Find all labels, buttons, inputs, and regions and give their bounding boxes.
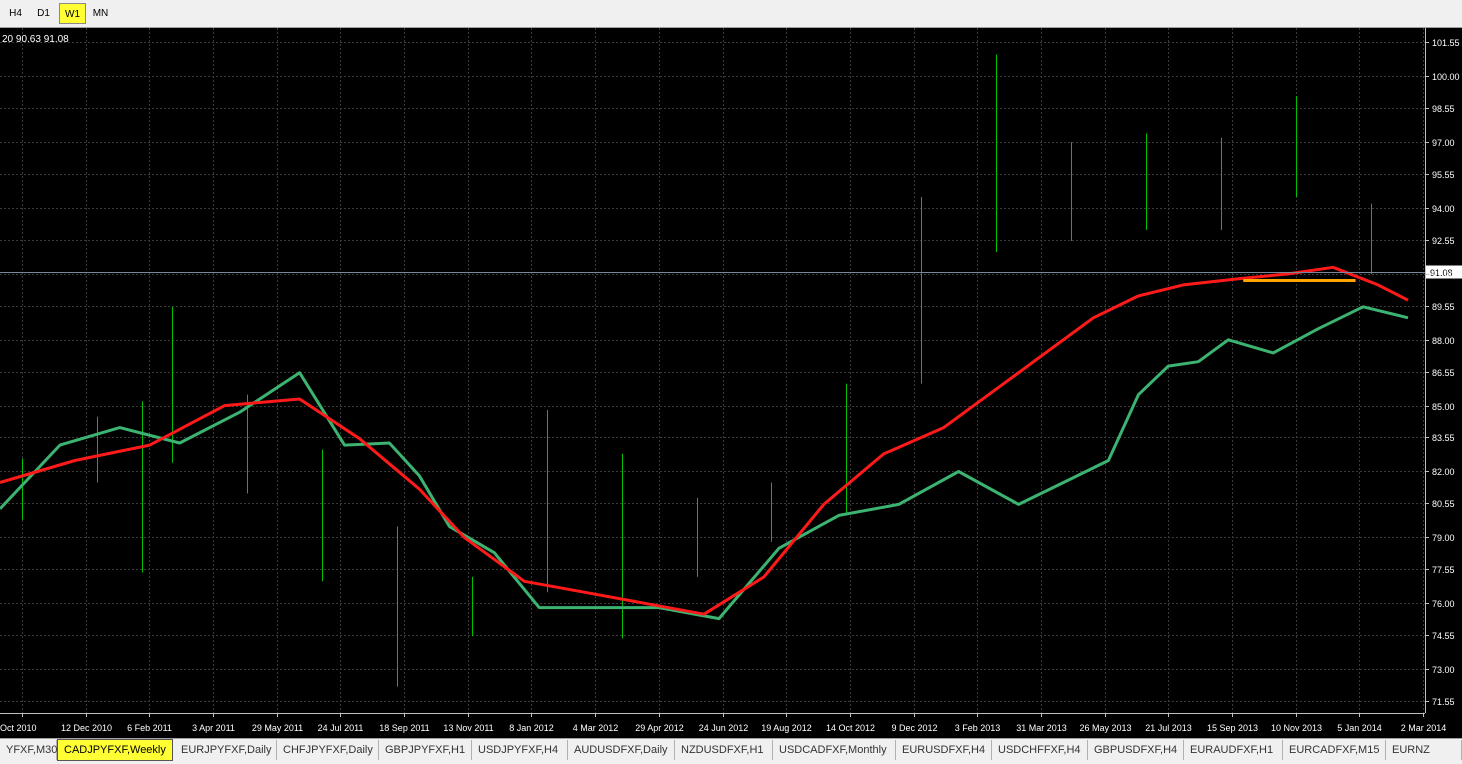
price-tick-label: 92.55 xyxy=(1432,236,1455,246)
price-tick-label: 80.55 xyxy=(1432,499,1455,509)
price-chart[interactable]: 91.08 101.55100.0098.5597.0095.5594.0092… xyxy=(0,28,1462,738)
timeframe-button-h4[interactable]: H4 xyxy=(2,3,29,24)
time-tick-label: 15 Sep 2013 xyxy=(1207,723,1258,733)
time-tick-label: 31 Mar 2013 xyxy=(1016,723,1067,733)
chart-tab[interactable]: GBPUSDFXF,H4 xyxy=(1088,740,1184,760)
price-tick-label: 82.00 xyxy=(1432,467,1455,477)
chart-tab[interactable]: NZDUSDFXF,H1 xyxy=(675,740,773,760)
time-tick-label: 10 Nov 2013 xyxy=(1271,723,1322,733)
chart-tabs: YFXF,M30 CADJPYFXF,Weekly EURJPYFXF,Dail… xyxy=(0,738,1462,764)
price-tick-label: 74.55 xyxy=(1432,631,1455,641)
price-tick-label: 71.55 xyxy=(1432,697,1455,707)
chart-tab[interactable]: EURUSDFXF,H4 xyxy=(896,740,992,760)
time-tick-label: 13 Nov 2011 xyxy=(443,723,493,733)
chart-tab[interactable]: USDCADFXF,Monthly xyxy=(773,740,896,760)
price-tick-label: 95.55 xyxy=(1432,170,1455,180)
price-tick-label: 94.00 xyxy=(1432,204,1455,214)
chart-tab[interactable]: EURJPYFXF,Daily xyxy=(175,740,277,760)
price-tick-label: 85.00 xyxy=(1432,402,1455,412)
chart-tab-active[interactable]: CADJPYFXF,Weekly xyxy=(57,739,173,761)
timeframe-button-d1[interactable]: D1 xyxy=(30,3,57,24)
price-tick-label: 86.55 xyxy=(1432,368,1455,378)
timeframe-toolbar: H4 D1 W1 MN xyxy=(0,0,1462,28)
price-tick-label: 77.55 xyxy=(1432,565,1455,575)
price-tick-label: 76.00 xyxy=(1432,599,1455,609)
chart-info-label: 20 90.63 91.08 xyxy=(2,34,69,45)
time-tick-label: 4 Mar 2012 xyxy=(573,723,619,733)
time-tick-label: 21 Jul 2013 xyxy=(1145,723,1192,733)
time-tick-label: 29 May 2011 xyxy=(252,723,303,733)
time-tick-label: 5 Jan 2014 xyxy=(1337,723,1382,733)
time-tick-label: 26 May 2013 xyxy=(1079,723,1131,733)
time-tick-label: 6 Feb 2011 xyxy=(127,723,172,733)
time-tick-label: 19 Aug 2012 xyxy=(761,723,812,733)
chart-background xyxy=(0,28,1462,738)
price-tick-label: 98.55 xyxy=(1432,104,1455,114)
time-tick-label: 29 Apr 2012 xyxy=(635,723,684,733)
chart-tab[interactable]: YFXF,M30 xyxy=(0,740,57,760)
time-tick-label: 9 Dec 2012 xyxy=(891,723,937,733)
chart-tab[interactable]: GBPJPYFXF,H1 xyxy=(379,740,472,760)
time-tick-label: 18 Sep 2011 xyxy=(379,723,429,733)
price-tick-label: 88.00 xyxy=(1432,336,1455,346)
chart-area[interactable]: 91.08 101.55 100.00 98.55 97.00 95.55 94.00 92… xyxy=(0,28,1462,738)
price-tick-label: 100.00 xyxy=(1432,72,1460,82)
price-tick-label: 73.00 xyxy=(1432,665,1455,675)
time-tick-label: 24 Jun 2012 xyxy=(699,723,749,733)
time-tick-label: Oct 2010 xyxy=(0,723,37,733)
price-tick-label: 97.00 xyxy=(1432,138,1455,148)
chart-tab[interactable]: EURNZ xyxy=(1386,740,1462,760)
chart-tab[interactable]: EURAUDFXF,H1 xyxy=(1184,740,1283,760)
time-tick-label: 14 Oct 2012 xyxy=(826,723,875,733)
timeframe-button-mn[interactable]: MN xyxy=(87,3,114,24)
chart-tab[interactable]: EURCADFXF,M15 xyxy=(1283,740,1386,760)
time-tick-label: 3 Apr 2011 xyxy=(192,723,235,733)
price-tick-label: 91.00 xyxy=(1432,270,1455,280)
time-tick-label: 8 Jan 2012 xyxy=(509,723,554,733)
time-tick-label: 24 Jul 2011 xyxy=(318,723,364,733)
price-tick-label: 101.55 xyxy=(1432,38,1460,48)
chart-tab[interactable]: USDJPYFXF,H4 xyxy=(472,740,568,760)
chart-tab[interactable]: USDCHFFXF,H4 xyxy=(992,740,1088,760)
time-tick-label: 2 Mar 2014 xyxy=(1401,723,1447,733)
price-tick-label: 79.00 xyxy=(1432,533,1455,543)
chart-tab[interactable]: AUDUSDFXF,Daily xyxy=(568,740,675,760)
time-tick-label: 3 Feb 2013 xyxy=(955,723,1001,733)
price-tick-label: 89.55 xyxy=(1432,302,1455,312)
timeframe-button-w1[interactable]: W1 xyxy=(59,3,86,24)
price-tick-label: 83.55 xyxy=(1432,433,1455,443)
chart-tab[interactable]: CHFJPYFXF,Daily xyxy=(277,740,379,760)
time-tick-label: 12 Dec 2010 xyxy=(61,723,112,733)
